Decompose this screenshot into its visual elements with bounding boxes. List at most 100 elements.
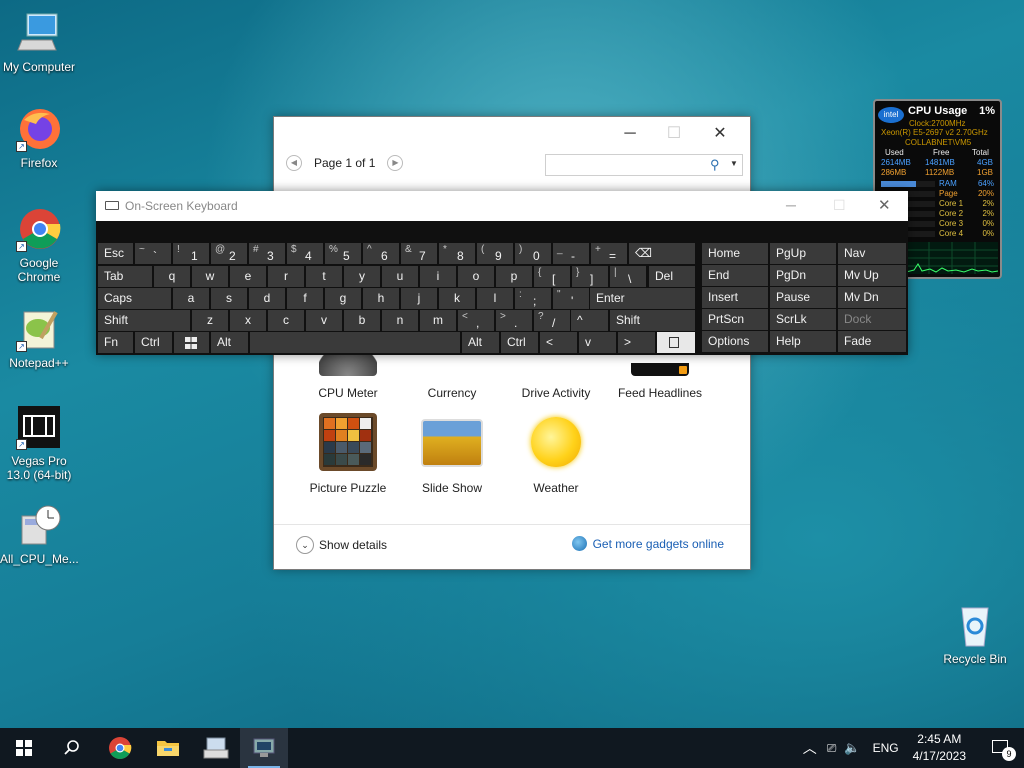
key-q[interactable]: q — [154, 266, 190, 287]
key-shift-left[interactable]: Shift — [98, 310, 190, 331]
taskbar-file-explorer[interactable] — [144, 728, 192, 768]
clock[interactable]: 2:45 AM 4/17/2023 — [913, 731, 966, 765]
prev-page-button[interactable]: ◀ — [286, 155, 302, 171]
key-i[interactable]: i — [420, 266, 456, 287]
nav-key-help[interactable]: Help — [770, 331, 836, 352]
key-r1-6[interactable]: ^ 6 — [363, 243, 399, 264]
key-b[interactable]: b — [344, 310, 380, 331]
nav-key-pgup[interactable]: PgUp — [770, 243, 836, 264]
key-c[interactable]: c — [268, 310, 304, 331]
key-caps[interactable]: Caps — [98, 288, 171, 309]
key-r1-4[interactable]: $4 — [287, 243, 323, 264]
key-e[interactable]: e — [230, 266, 266, 287]
taskbar-osk[interactable] — [192, 728, 240, 768]
key-r1-10[interactable]: ) 0 — [515, 243, 551, 264]
key-arrow-left[interactable]: < — [540, 332, 577, 353]
key-r4-extra-2[interactable]: ? / — [534, 310, 570, 331]
key-r1-9[interactable]: (9 — [477, 243, 513, 264]
key-r1-11[interactable]: _ - — [553, 243, 589, 264]
key-backspace[interactable]: ⌫ — [629, 243, 695, 264]
gadget-picture-puzzle[interactable]: Picture Puzzle — [298, 413, 398, 495]
key-n[interactable]: n — [382, 310, 418, 331]
close-button[interactable]: ✕ — [878, 196, 891, 214]
key-r1-5[interactable]: % 5 — [325, 243, 361, 264]
maximize-button[interactable]: ☐ — [833, 197, 846, 214]
chevron-up-icon[interactable]: ︿ — [803, 738, 817, 758]
key-r1-3[interactable]: #3 — [249, 243, 285, 264]
key-r2-extra-1[interactable]: }] — [572, 266, 608, 287]
volume-icon[interactable]: 🔈 — [844, 740, 860, 756]
key-u[interactable]: u — [382, 266, 418, 287]
nav-key-scrlk[interactable]: ScrLk — [770, 309, 836, 330]
close-button[interactable]: ✕ — [705, 125, 735, 143]
search-input[interactable]: ⚲ ▼ — [545, 154, 743, 176]
gadget-weather[interactable]: Weather — [506, 413, 606, 495]
key-r1-8[interactable]: * 8 — [439, 243, 475, 264]
language-indicator[interactable]: ENG — [873, 741, 899, 755]
key-r[interactable]: r — [268, 266, 304, 287]
nav-key-prtscn[interactable]: PrtScn — [702, 309, 768, 330]
key-r1-7[interactable]: & 7 — [401, 243, 437, 264]
key-r4-extra-0[interactable]: <, — [458, 310, 494, 331]
key-r4-extra-1[interactable]: >. — [496, 310, 532, 331]
network-icon[interactable]: ⎚ — [827, 741, 837, 756]
key-tab[interactable]: Tab — [98, 266, 152, 287]
desktop-icon-recycle-bin[interactable]: Recycle Bin — [936, 602, 1014, 666]
key-ctrl-left[interactable]: Ctrl — [135, 332, 172, 353]
key-del[interactable]: Del — [649, 266, 695, 287]
key-r2-extra-0[interactable]: {[ — [534, 266, 570, 287]
key-j[interactable]: j — [401, 288, 437, 309]
minimize-button[interactable]: ─ — [786, 197, 796, 213]
key-w[interactable]: w — [192, 266, 228, 287]
get-more-gadgets-link[interactable]: Get more gadgets online — [571, 536, 724, 551]
key-a[interactable]: a — [173, 288, 209, 309]
nav-key-home[interactable]: Home — [702, 243, 768, 264]
desktop-icon-chrome[interactable]: ↗ Google Chrome — [0, 206, 78, 284]
osk-titlebar[interactable]: On-Screen Keyboard ─ ☐ ✕ — [96, 191, 908, 221]
nav-key-pgdn[interactable]: PgDn — [770, 265, 836, 286]
key-l[interactable]: l — [477, 288, 513, 309]
maximize-button[interactable]: ☐ — [659, 125, 689, 143]
key-enter[interactable]: Enter — [590, 288, 695, 309]
key-r2-extra-2[interactable]: | \ — [610, 266, 646, 287]
key-windows[interactable] — [174, 332, 209, 353]
key-h[interactable]: h — [363, 288, 399, 309]
key-o[interactable]: o — [458, 266, 494, 287]
notifications-button[interactable]: 9 — [986, 728, 1016, 768]
chevron-down-icon[interactable]: ▼ — [730, 159, 738, 168]
nav-key-insert[interactable]: Insert — [702, 287, 768, 308]
key-r3-extra-1[interactable]: " ' — [553, 288, 589, 309]
key-p[interactable]: p — [496, 266, 532, 287]
key-t[interactable]: t — [306, 266, 342, 287]
key-esc[interactable]: Esc — [98, 243, 133, 264]
next-page-button[interactable]: ▶ — [387, 155, 404, 171]
key-g[interactable]: g — [325, 288, 361, 309]
key-y[interactable]: y — [344, 266, 380, 287]
key-r1-0[interactable]: ~ ` — [135, 243, 171, 264]
key-alt-left[interactable]: Alt — [211, 332, 248, 353]
key-r1-12[interactable]: + = — [591, 243, 627, 264]
taskbar-chrome[interactable] — [96, 728, 144, 768]
key-r3-extra-0[interactable]: :; — [515, 288, 551, 309]
search-button[interactable] — [48, 728, 96, 768]
start-button[interactable] — [0, 728, 48, 768]
key-r1-2[interactable]: @2 — [211, 243, 247, 264]
key-arrow-up[interactable]: ^ — [571, 310, 608, 331]
key-ctrl-right[interactable]: Ctrl — [501, 332, 538, 353]
taskbar-gadgets[interactable] — [240, 728, 288, 768]
nav-key-options[interactable]: Options — [702, 331, 768, 352]
nav-key-mv-up[interactable]: Mv Up — [838, 265, 906, 286]
nav-key-mv-dn[interactable]: Mv Dn — [838, 287, 906, 308]
key-z[interactable]: z — [192, 310, 228, 331]
key-x[interactable]: x — [230, 310, 266, 331]
nav-key-fade[interactable]: Fade — [838, 331, 906, 352]
key-v[interactable]: v — [306, 310, 342, 331]
key-d[interactable]: d — [249, 288, 285, 309]
key-alt-right[interactable]: Alt — [462, 332, 499, 353]
desktop-icon-notepadpp[interactable]: ↗ Notepad++ — [0, 306, 78, 370]
nav-key-nav[interactable]: Nav — [838, 243, 906, 264]
gadget-slide-show[interactable]: Slide Show — [402, 413, 502, 495]
key-shift-right[interactable]: Shift — [610, 310, 695, 331]
key-f[interactable]: f — [287, 288, 323, 309]
key-menu[interactable] — [657, 332, 695, 353]
